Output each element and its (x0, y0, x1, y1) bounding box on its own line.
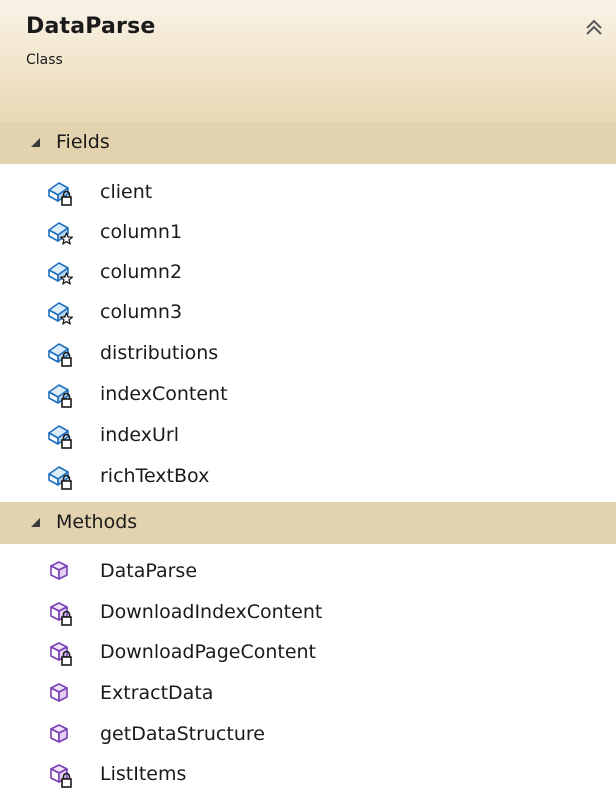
private-field-icon (46, 462, 76, 492)
section-label-fields: Fields (56, 131, 110, 153)
field-item-column1[interactable]: column1 (0, 212, 616, 252)
class-header[interactable]: DataParse Class (0, 0, 616, 122)
method-name: ListItems (100, 763, 187, 785)
field-item-distributions[interactable]: distributions (0, 333, 616, 373)
field-name: column3 (100, 301, 183, 323)
field-item-column3[interactable]: column3 (0, 292, 616, 332)
field-item-column2[interactable]: column2 (0, 252, 616, 292)
field-name: distributions (100, 342, 219, 364)
method-name: DownloadPageContent (100, 641, 317, 663)
private-method-icon (46, 598, 76, 628)
field-name: indexContent (100, 383, 228, 405)
private-method-icon (46, 760, 76, 790)
friend-field-icon (46, 218, 76, 248)
expanded-triangle-icon[interactable] (30, 517, 41, 528)
method-name: DownloadIndexContent (100, 601, 323, 623)
section-header-fields[interactable]: Fields (0, 122, 616, 164)
field-name: richTextBox (100, 465, 210, 487)
public-method-icon (46, 557, 76, 587)
field-name: column2 (100, 261, 183, 283)
field-item-indexContent[interactable]: indexContent (0, 374, 616, 414)
field-item-client[interactable]: client (0, 172, 616, 212)
public-method-icon (46, 720, 76, 750)
method-name: DataParse (100, 560, 198, 582)
field-name: client (100, 181, 153, 203)
collapse-chevron-icon[interactable] (580, 14, 608, 42)
field-item-richTextBox[interactable]: richTextBox (0, 456, 616, 496)
private-field-icon (46, 178, 76, 208)
method-name: getDataStructure (100, 723, 265, 745)
private-field-icon (46, 421, 76, 451)
private-method-icon (46, 638, 76, 668)
field-item-indexUrl[interactable]: indexUrl (0, 415, 616, 455)
method-item-ListItems[interactable]: ListItems (0, 754, 616, 794)
field-name: indexUrl (100, 424, 179, 446)
private-field-icon (46, 339, 76, 369)
class-kind: Class (26, 52, 63, 68)
method-item-ExtractData[interactable]: ExtractData (0, 673, 616, 713)
method-item-DataParse[interactable]: DataParse (0, 551, 616, 591)
class-diagram-shape[interactable]: DataParse Class Fields client column1 co… (0, 0, 616, 796)
friend-field-icon (46, 298, 76, 328)
field-name: column1 (100, 221, 183, 243)
private-field-icon (46, 380, 76, 410)
method-item-getDataStructure[interactable]: getDataStructure (0, 714, 616, 754)
friend-field-icon (46, 258, 76, 288)
section-label-methods: Methods (56, 511, 138, 533)
method-name: ExtractData (100, 682, 214, 704)
section-header-methods[interactable]: Methods (0, 502, 616, 544)
class-name: DataParse (26, 14, 156, 39)
method-item-DownloadPageContent[interactable]: DownloadPageContent (0, 632, 616, 672)
method-item-DownloadIndexContent[interactable]: DownloadIndexContent (0, 592, 616, 632)
public-method-icon (46, 679, 76, 709)
expanded-triangle-icon[interactable] (30, 137, 41, 148)
